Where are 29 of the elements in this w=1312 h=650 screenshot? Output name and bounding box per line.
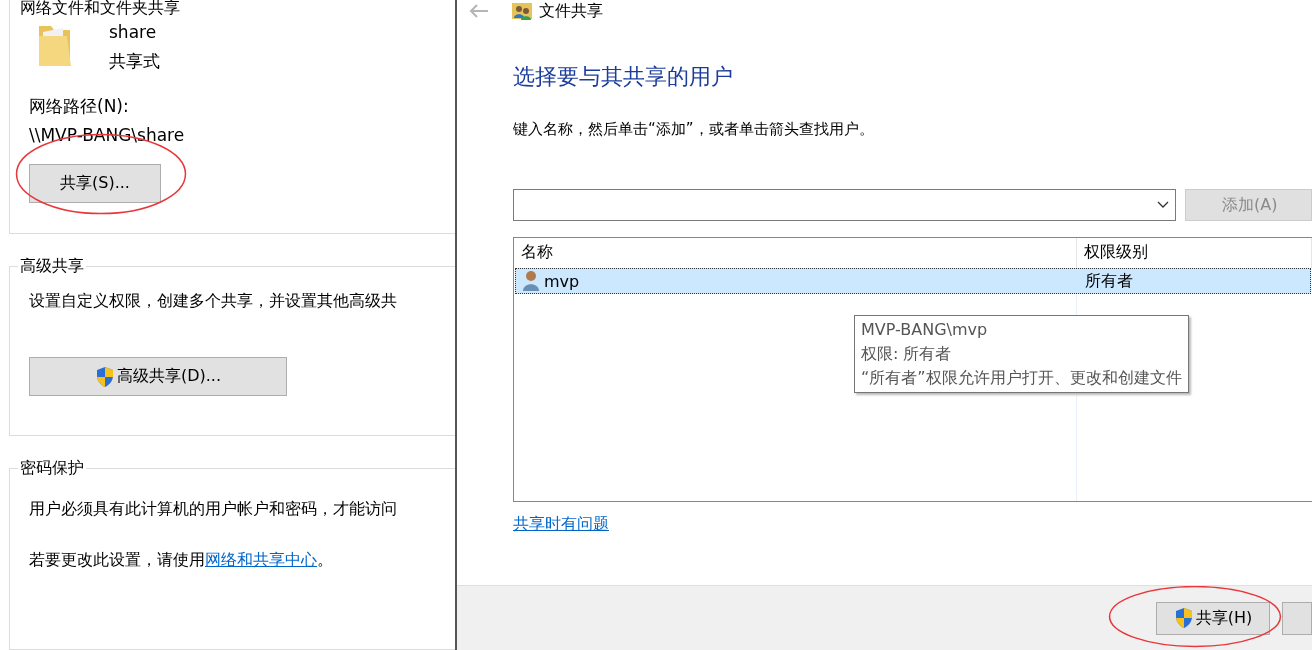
- tooltip-line: MVP-BANG\mvp: [861, 319, 989, 341]
- shield-icon: [1173, 607, 1194, 629]
- shield-icon: [94, 365, 115, 388]
- group-title: 密码保护: [18, 457, 86, 479]
- share-button[interactable]: 高级共享(D)...: [29, 357, 287, 397]
- tooltip-line: “所有者”权限允许用户打开、更改和创建文件: [861, 367, 1182, 389]
- user-combo-box[interactable]: [513, 189, 1176, 221]
- user-row[interactable]: mvp 所有者: [515, 268, 1311, 294]
- help-link[interactable]: 共享时有问题: [513, 514, 609, 533]
- description-text: 用户必须具有此计算机的用户帐户和密码，才能访问: [29, 498, 398, 520]
- instruction-text: 键入名称，然后单击“添加”，或者单击箭头查找用户。: [513, 120, 875, 139]
- network-center-link[interactable]: 网络和共享中心: [205, 549, 317, 569]
- description-text: 设置自定义权限，创建多个共享，并设置其他高级共: [29, 291, 398, 313]
- share-button[interactable]: 共享(H): [1156, 601, 1270, 635]
- folder-name: share: [109, 22, 158, 42]
- network-path: \\MVP-BANG\share: [29, 125, 186, 145]
- tooltip-line: 权限: 所有者: [861, 343, 953, 365]
- permission-level: 所有者: [1085, 270, 1133, 292]
- share-status: 共享式: [109, 50, 160, 73]
- share-button[interactable]: 共享(S)...: [29, 164, 161, 203]
- user-icon: [522, 270, 540, 292]
- dropdown-caret-icon[interactable]: [1157, 201, 1169, 209]
- user-name: mvp: [544, 271, 580, 291]
- dialog-heading: 选择要与其共享的用户: [513, 63, 734, 91]
- path-label: 网络路径(N):: [29, 95, 130, 118]
- group-title: 网络文件和文件夹共享: [18, 0, 182, 19]
- setting-text: 若要更改此设置，请使用网络和共享中心。: [29, 549, 334, 571]
- users-icon: [511, 1, 533, 21]
- window-title: 文件共享: [539, 0, 603, 22]
